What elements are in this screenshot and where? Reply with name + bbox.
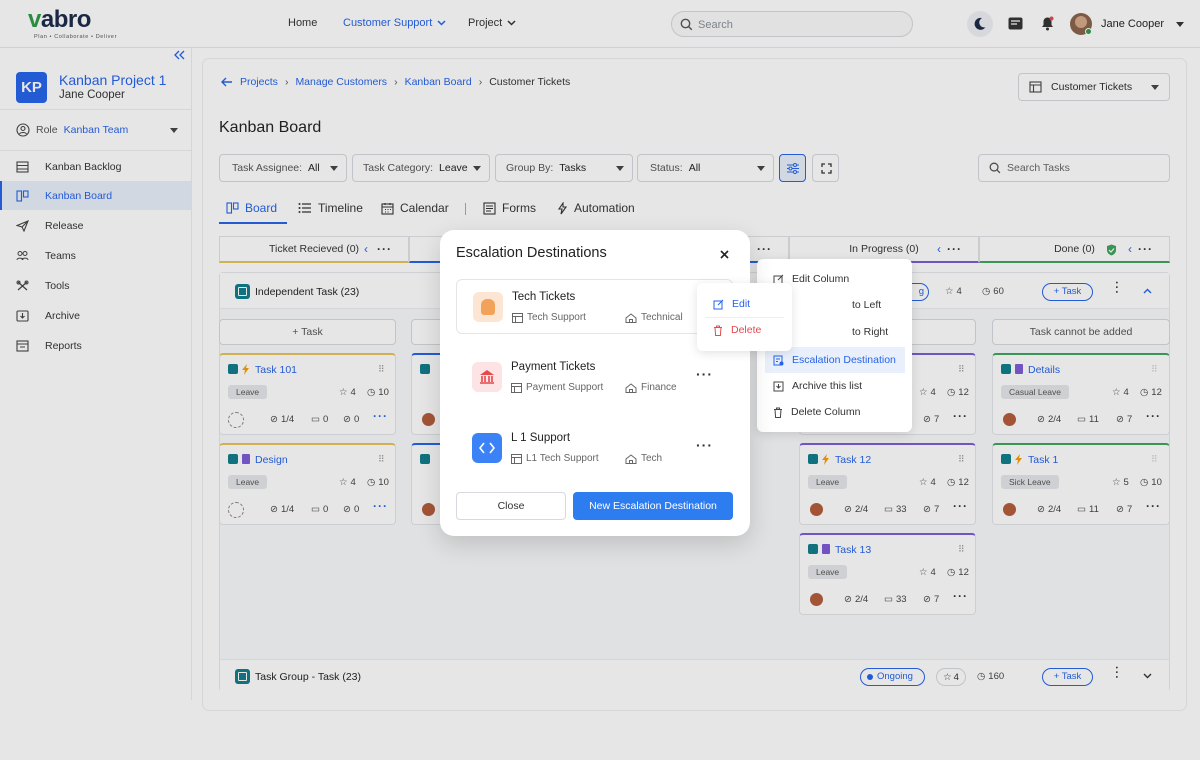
code-icon	[472, 433, 502, 463]
destination-item[interactable]: L 1 Support L1 Tech Support Tech ···	[456, 421, 733, 476]
table-icon	[512, 312, 523, 323]
destination-dept: Finance	[625, 382, 677, 393]
table-icon	[511, 453, 522, 464]
modal-title: Escalation Destinations	[456, 245, 607, 261]
destination-dept: Tech	[625, 453, 662, 464]
edit-icon	[713, 299, 724, 309]
destination-team: Payment Support	[511, 382, 603, 393]
menu-delete[interactable]: Delete	[697, 317, 792, 343]
destination-menu-icon[interactable]: ···	[696, 437, 713, 453]
building-icon	[625, 453, 637, 464]
destination-team: L1 Tech Support	[511, 453, 599, 464]
menu-delete-column[interactable]: Delete Column	[757, 399, 912, 425]
new-escalation-destination-button[interactable]: New Escalation Destination	[573, 492, 733, 520]
trash-icon	[714, 325, 722, 336]
table-icon	[511, 382, 522, 393]
destination-item[interactable]: Tech Tickets Tech Support Technical	[456, 279, 733, 334]
tech-tickets-icon	[473, 292, 503, 322]
destination-dept: Technical	[625, 312, 683, 323]
building-icon	[625, 382, 637, 393]
destination-team: Tech Support	[512, 312, 586, 323]
bank-icon	[472, 362, 502, 392]
destination-menu-icon[interactable]: ···	[696, 366, 713, 382]
destination-name: Tech Tickets	[512, 291, 576, 303]
destination-action-menu: Edit Delete	[697, 283, 792, 351]
destination-name: L 1 Support	[511, 432, 571, 444]
escalation-icon	[773, 355, 784, 365]
trash-icon	[774, 407, 782, 418]
close-button[interactable]: Close	[456, 492, 566, 520]
destination-item[interactable]: Payment Tickets Payment Support Finance …	[456, 350, 733, 405]
building-icon	[625, 312, 637, 323]
destination-name: Payment Tickets	[511, 361, 596, 373]
menu-edit[interactable]: Edit	[697, 291, 792, 317]
close-icon[interactable]	[720, 250, 729, 259]
menu-archive-list[interactable]: Archive this list	[757, 373, 912, 399]
archive-icon	[773, 381, 784, 391]
